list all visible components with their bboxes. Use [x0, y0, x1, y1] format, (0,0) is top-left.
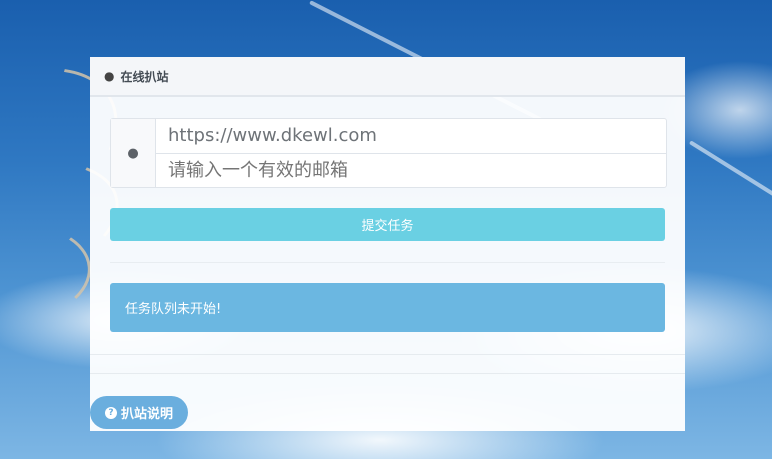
panel-title: 在线扒站 [120, 69, 169, 84]
question-circle-icon: ? [104, 406, 117, 419]
divider [90, 373, 685, 374]
email-input[interactable] [156, 153, 666, 187]
status-alert: 任务队列未开始! [110, 283, 665, 332]
linux-penguin-icon: ● [104, 69, 115, 83]
scrape-panel: ● 在线扒站 ● 提交任务 任务队列未开始! [90, 57, 685, 431]
url-input[interactable] [156, 119, 666, 154]
divider [110, 262, 665, 263]
globe-icon: ● [111, 119, 156, 187]
input-group: ● [110, 118, 667, 188]
submit-task-button[interactable]: 提交任务 [110, 208, 665, 241]
help-label: 扒站说明 [120, 407, 173, 422]
contrail [688, 140, 772, 208]
fields [156, 119, 666, 187]
help-button[interactable]: ? 扒站说明 [90, 396, 188, 429]
panel-heading: ● 在线扒站 [90, 57, 685, 97]
divider [90, 354, 685, 355]
